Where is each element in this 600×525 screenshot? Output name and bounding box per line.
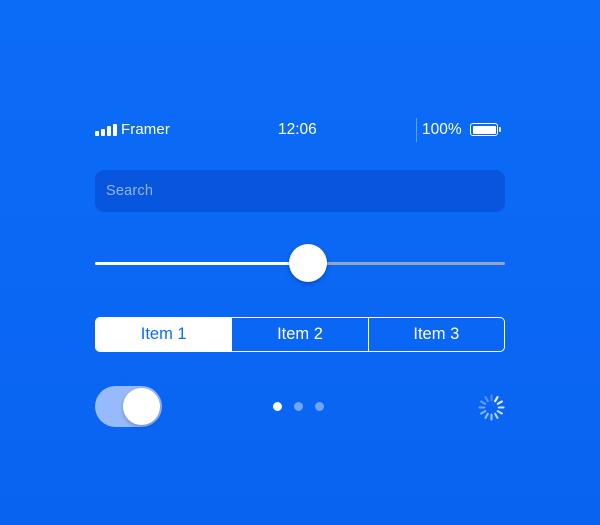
slider[interactable] [95, 243, 505, 283]
slider-thumb[interactable] [289, 244, 327, 282]
spinner-icon [478, 394, 505, 421]
battery-percentage: 100% [422, 121, 462, 138]
segment-item-2[interactable]: Item 2 [231, 318, 367, 351]
signal-bars-icon [95, 124, 117, 136]
toggle-knob[interactable] [123, 388, 160, 425]
status-bar: Framer 12:06 100% [95, 118, 505, 142]
page-control [273, 402, 327, 412]
status-divider [416, 118, 417, 142]
segmented-control: Item 1 Item 2 Item 3 [95, 317, 505, 352]
spinner-spoke [484, 396, 489, 403]
spinner-spoke [494, 396, 499, 403]
segment-item-1[interactable]: Item 1 [96, 318, 232, 351]
search-input[interactable] [106, 183, 505, 199]
battery-cap [499, 127, 501, 132]
battery-icon [470, 123, 498, 136]
page-dot-1[interactable] [273, 402, 282, 411]
page-dot-2[interactable] [294, 402, 303, 411]
spinner-spoke [494, 412, 499, 419]
spinner-spoke [484, 412, 489, 419]
spinner-spoke [496, 400, 503, 405]
carrier-name: Framer [121, 121, 170, 138]
status-time: 12:06 [278, 121, 317, 138]
spinner-spoke [480, 410, 487, 415]
battery-level-fill [472, 125, 496, 134]
search-bar[interactable] [95, 170, 505, 212]
spinner-spoke [480, 400, 487, 405]
page-dot-3[interactable] [315, 402, 324, 411]
toggle-switch[interactable] [95, 386, 162, 427]
segment-item-3[interactable]: Item 3 [367, 318, 504, 351]
slider-fill [95, 262, 293, 265]
spinner-spoke [496, 410, 503, 415]
